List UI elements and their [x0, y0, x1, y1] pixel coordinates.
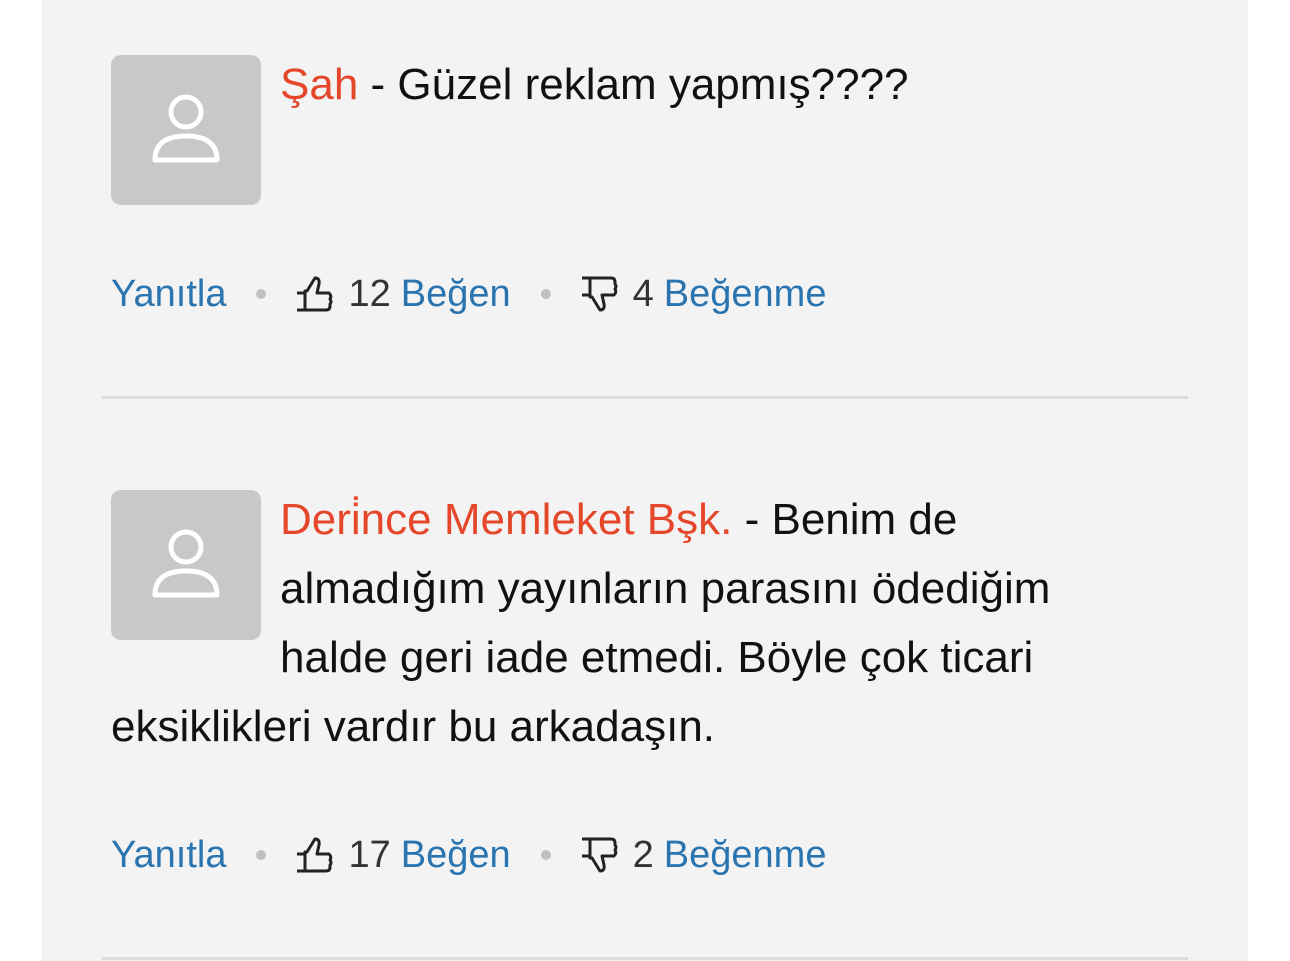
- avatar: [111, 490, 261, 640]
- dislike-button[interactable]: 2 Beğenme: [579, 833, 827, 877]
- dislike-count: 2: [632, 833, 654, 876]
- like-label[interactable]: Beğen: [401, 273, 511, 316]
- user-icon: [152, 529, 220, 598]
- reply-button[interactable]: Yanıtla: [111, 834, 226, 877]
- dislike-label[interactable]: Beğenme: [664, 834, 827, 877]
- like-count: 12: [348, 272, 391, 315]
- separator-dot: [256, 850, 267, 860]
- dislike-label[interactable]: Beğenme: [664, 273, 827, 316]
- comment-item: Şah - Güzel reklam yapmış????: [111, 55, 1121, 205]
- comment-divider: [102, 396, 1188, 399]
- comments-panel: Şah - Güzel reklam yapmış???? Yanıtla 12…: [42, 0, 1248, 961]
- comment-body: Deri̇nce Memleket Bşk. - Benim de almadı…: [111, 485, 1121, 761]
- thumbs-down-icon: [581, 837, 618, 873]
- separator-dot: [540, 850, 551, 860]
- like-count: 17: [348, 833, 391, 876]
- comment-body: Şah - Güzel reklam yapmış????: [111, 50, 1121, 119]
- comment-actions: Yanıtla 17 Beğen 2 Beğenme: [111, 833, 827, 877]
- user-icon: [152, 94, 220, 163]
- comment-divider: [102, 957, 1188, 960]
- like-button[interactable]: 12 Beğen: [294, 272, 511, 316]
- comment-actions: Yanıtla 12 Beğen 4 Beğenme: [111, 272, 827, 316]
- dislike-button[interactable]: 4 Beğenme: [579, 272, 827, 316]
- comment-item: Deri̇nce Memleket Bşk. - Benim de almadı…: [111, 490, 1121, 761]
- avatar: [111, 55, 261, 205]
- author-separator: -: [732, 495, 772, 544]
- separator-dot: [256, 289, 267, 299]
- comment-author[interactable]: Şah: [280, 60, 358, 109]
- dislike-count: 4: [632, 272, 654, 315]
- comment-author[interactable]: Deri̇nce Memleket Bşk.: [280, 495, 732, 544]
- thumbs-up-icon: [297, 276, 333, 312]
- like-label[interactable]: Beğen: [401, 834, 511, 877]
- comment-text: Güzel reklam yapmış????: [397, 60, 909, 109]
- like-button[interactable]: 17 Beğen: [294, 833, 511, 877]
- author-separator: -: [358, 60, 398, 109]
- reply-button[interactable]: Yanıtla: [111, 273, 226, 316]
- thumbs-down-icon: [581, 276, 618, 312]
- thumbs-up-icon: [297, 837, 333, 873]
- separator-dot: [540, 289, 551, 299]
